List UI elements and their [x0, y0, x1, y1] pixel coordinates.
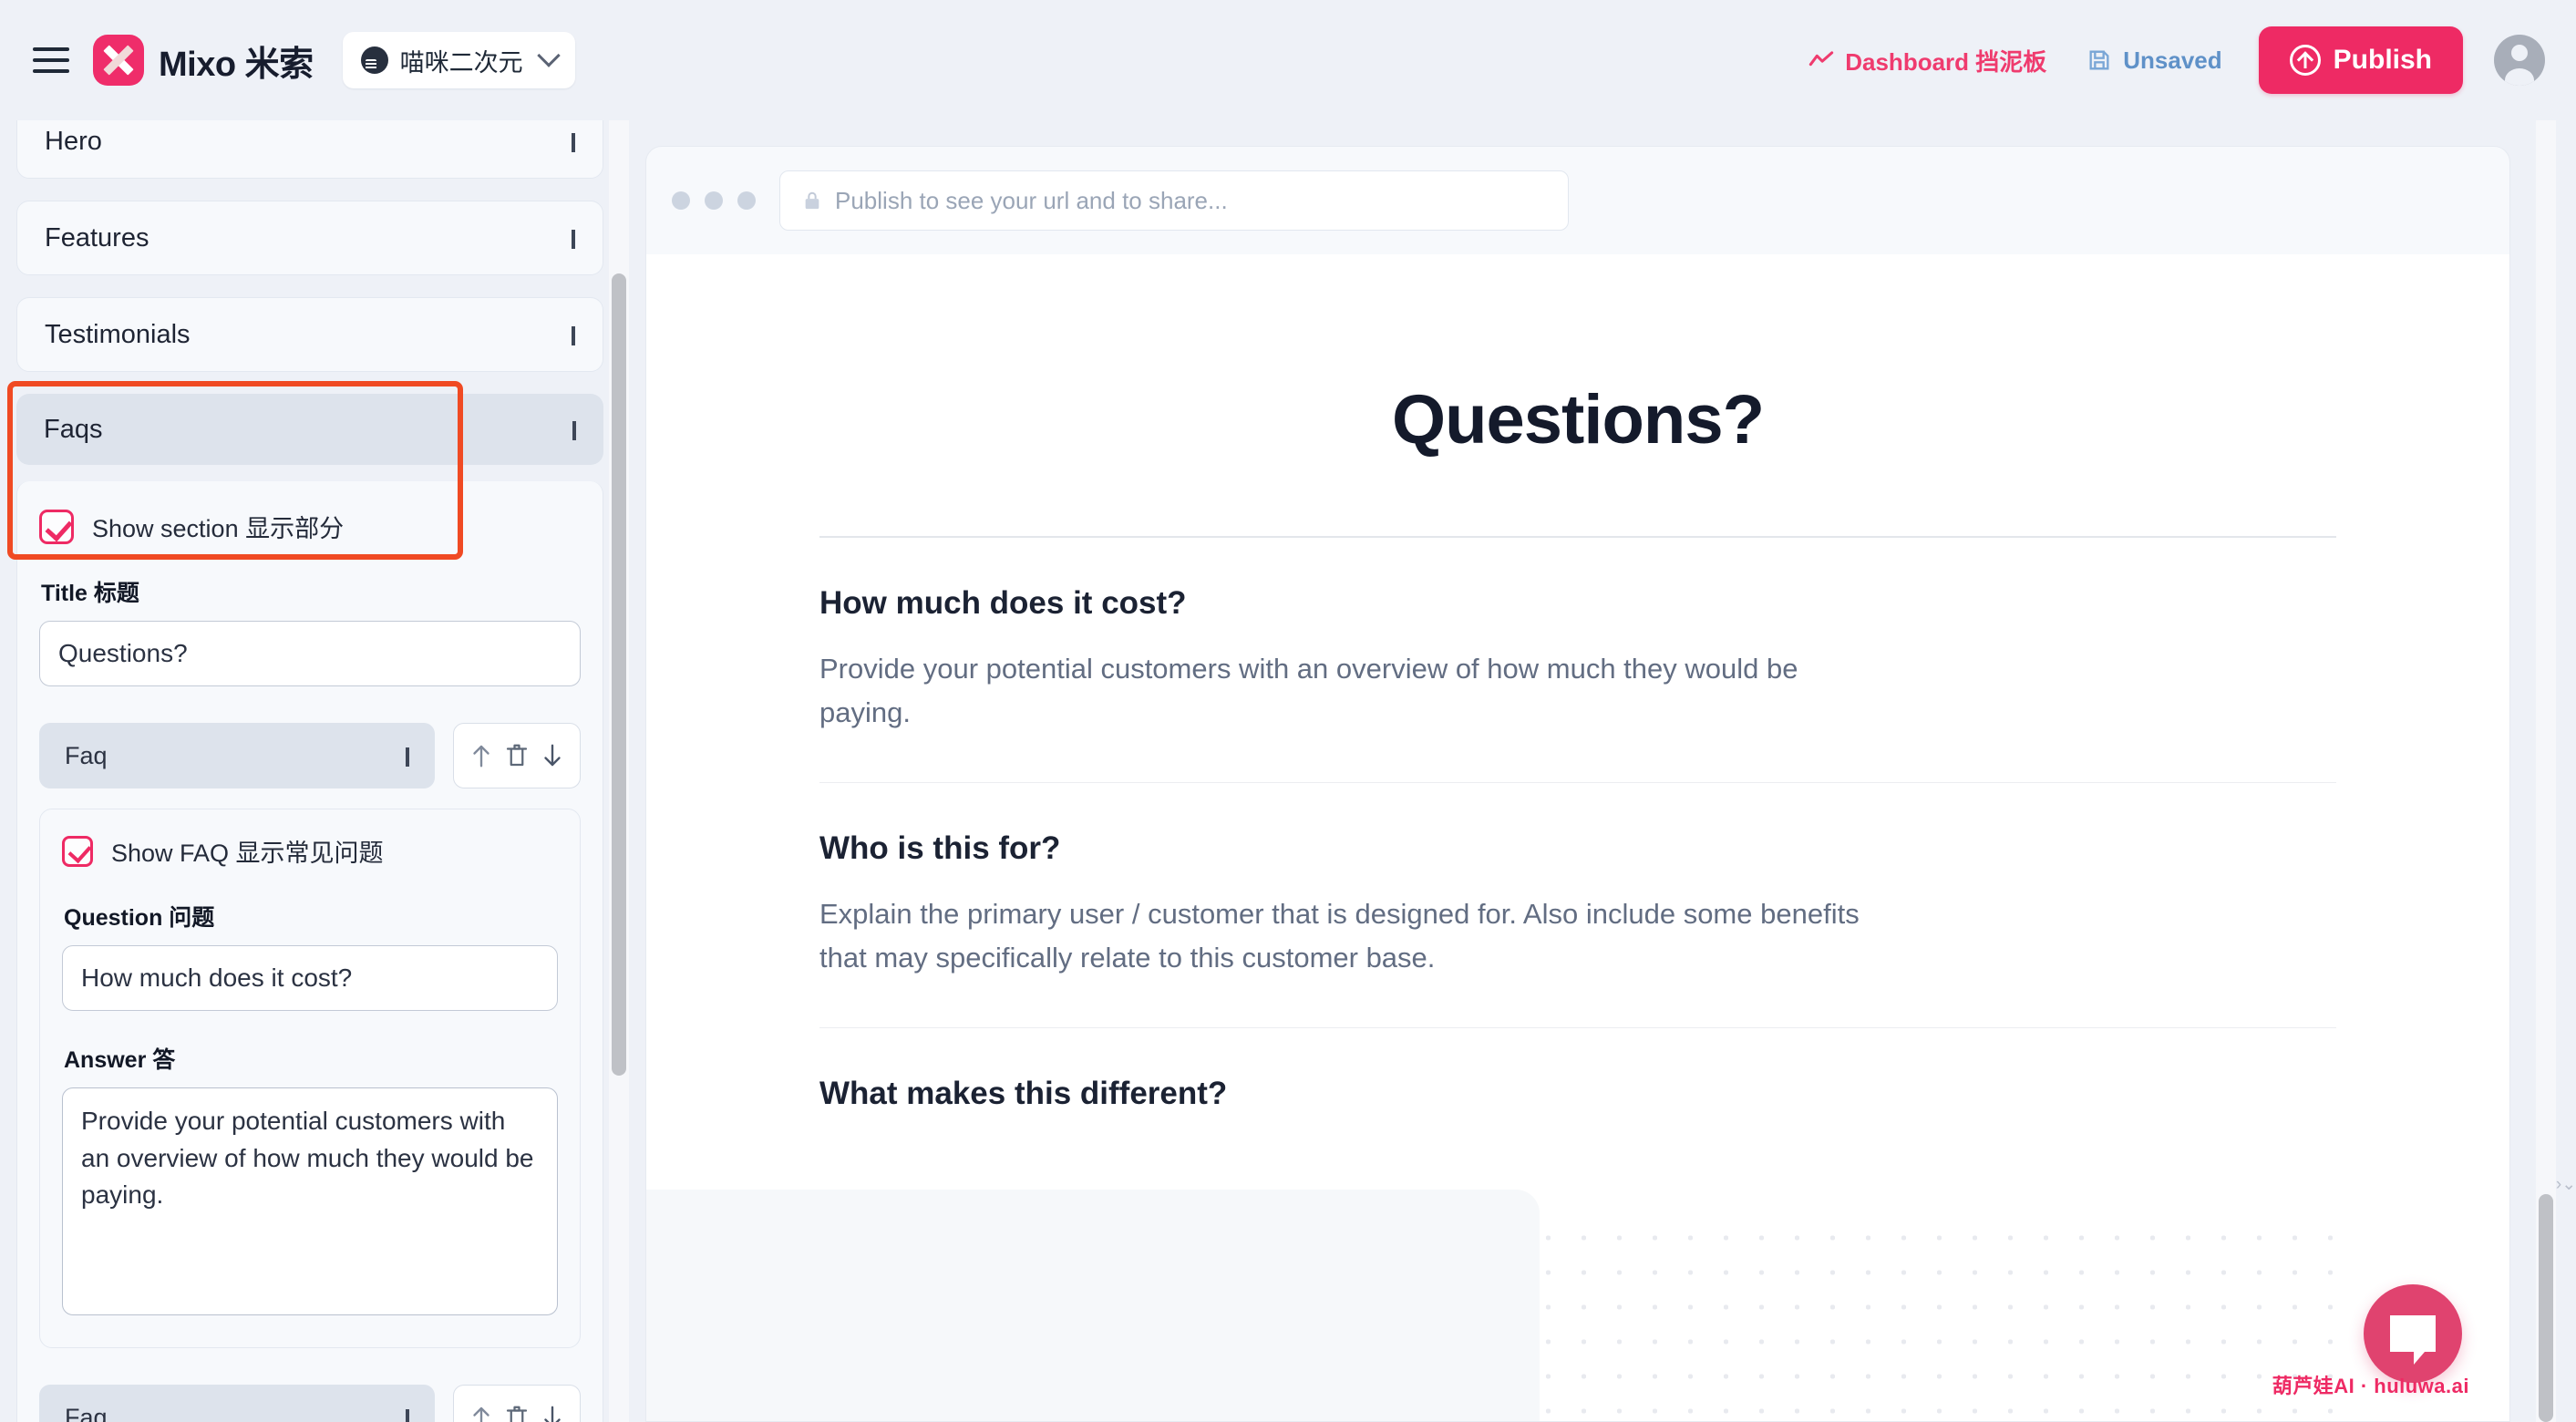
page-title: Questions? — [1391, 381, 1765, 459]
url-bar[interactable]: Publish to see your url and to share... — [779, 170, 1569, 231]
upload-circle-icon — [2289, 45, 2321, 76]
footer-dot-pattern — [1530, 1221, 2333, 1421]
chevron-up-icon[interactable] — [572, 230, 575, 249]
project-avatar-icon — [360, 46, 388, 74]
user-avatar[interactable] — [2494, 35, 2545, 86]
sidebar-section-label: Hero — [45, 126, 102, 156]
show-section-checkbox-row[interactable]: Show section 显示部分 — [39, 509, 581, 544]
sidebar-section-label: Testimonials — [45, 319, 191, 349]
brand-logo[interactable]: Mixo 米索 — [93, 35, 314, 86]
publish-button-label: Publish — [2333, 45, 2432, 75]
faq-item-select-1[interactable]: Faq — [39, 723, 435, 788]
faq-item-order-controls-1 — [453, 723, 581, 788]
dashboard-link-label: Dashboard 挡泥板 — [1845, 47, 2047, 76]
chevron-down-icon[interactable] — [572, 421, 576, 440]
project-selector[interactable]: 喵咪二次元 — [342, 32, 575, 88]
editor-sidebar: Hero Features Testimonials Faqs Show sec… — [0, 120, 629, 1422]
title-field-label: Title 标题 — [41, 581, 139, 606]
site-preview-page: Questions? How much does it cost? Provid… — [646, 254, 2509, 1421]
sidebar-section-features[interactable]: Features — [16, 201, 603, 275]
sidebar-section-hero[interactable]: Hero — [16, 120, 603, 179]
traffic-light-dot — [672, 191, 690, 210]
question-input[interactable] — [62, 945, 558, 1011]
answer-textarea[interactable]: Provide your potential customers with an… — [62, 1087, 558, 1315]
unsaved-status[interactable]: Unsaved — [2087, 46, 2222, 75]
faq-item-select-2[interactable]: Faq — [39, 1385, 435, 1422]
show-faq-checkbox[interactable] — [62, 835, 93, 867]
traffic-light-dot — [737, 191, 756, 210]
faq-item-order-controls-2 — [453, 1385, 581, 1422]
chevron-up-icon[interactable] — [572, 326, 575, 345]
activity-line-icon — [1809, 51, 1834, 67]
trash-icon[interactable] — [503, 1402, 531, 1422]
watermark-text: 葫芦娃AI · huluwa.ai — [2272, 1375, 2469, 1397]
hamburger-menu-icon[interactable] — [31, 44, 71, 77]
top-bar: Mixo 米索 喵咪二次元 Dashboard 挡泥板 Unsaved Publ… — [0, 0, 2576, 120]
trash-icon[interactable] — [503, 740, 531, 771]
unsaved-label: Unsaved — [2123, 46, 2222, 74]
mixo-x-icon — [93, 35, 144, 86]
preview-faq-answer: Provide your potential customers with an… — [819, 653, 1798, 729]
sidebar-section-faqs[interactable]: Faqs — [16, 394, 603, 465]
faqs-panel: Show section 显示部分 Title 标题 Faq — [16, 481, 603, 1422]
arrow-up-icon[interactable] — [468, 1402, 495, 1422]
dashboard-link[interactable]: Dashboard 挡泥板 — [1808, 44, 2046, 77]
chevron-down-icon — [406, 747, 409, 767]
title-input[interactable] — [39, 621, 581, 686]
sidebar-section-testimonials[interactable]: Testimonials — [16, 297, 603, 372]
traffic-lights — [672, 191, 756, 210]
faq-item-select-label: Faq — [65, 1403, 108, 1422]
preview-faq-answer: Explain the primary user / customer that… — [819, 898, 1860, 974]
show-section-checkbox[interactable] — [39, 509, 74, 544]
answer-field-label: Answer 答 — [64, 1047, 176, 1073]
show-faq-checkbox-row[interactable]: Show FAQ 显示常见问题 — [62, 833, 558, 869]
chevron-down-icon — [536, 44, 561, 67]
browser-toolbar: Publish to see your url and to share... — [646, 147, 2509, 254]
page-scrollbar-thumb[interactable] — [2539, 1194, 2553, 1422]
preview-faq-2: Who is this for? Explain the primary use… — [819, 783, 2336, 980]
preview-pane: Publish to see your url and to share... … — [629, 120, 2543, 1422]
browser-frame: Publish to see your url and to share... … — [645, 146, 2510, 1422]
faq-item-header-row-2: Faq — [39, 1385, 581, 1422]
faq-item-select-label: Faq — [65, 741, 108, 769]
url-placeholder-text: Publish to see your url and to share... — [835, 186, 1228, 214]
chat-widget-button[interactable] — [2364, 1284, 2462, 1383]
footer-decorative-card — [646, 1190, 1540, 1421]
sidebar-section-label: Faqs — [44, 414, 103, 444]
show-faq-label: Show FAQ 显示常见问题 — [111, 840, 384, 867]
arrow-down-icon[interactable] — [539, 740, 566, 771]
sidebar-scrollbar-thumb[interactable] — [612, 273, 626, 1076]
arrow-down-icon[interactable] — [539, 1402, 566, 1422]
arrow-up-icon[interactable] — [468, 740, 495, 771]
project-name: 喵咪二次元 — [399, 48, 523, 77]
publish-button[interactable]: Publish — [2258, 26, 2463, 94]
brand-name: Mixo 米索 — [159, 45, 314, 84]
faq-item-card-1: Show FAQ 显示常见问题 Question 问题 Answer 答 Pro… — [39, 809, 581, 1348]
lock-icon — [805, 191, 819, 210]
collapse-panel-chevron-icon[interactable]: ›⌄ — [2556, 1159, 2576, 1209]
sidebar-section-label: Features — [45, 222, 149, 252]
chevron-up-icon — [406, 1409, 409, 1422]
faq-item-header-row-1: Faq — [39, 723, 581, 788]
traffic-light-dot — [705, 191, 723, 210]
save-disk-icon — [2089, 50, 2109, 70]
question-field-label: Question 问题 — [64, 905, 215, 931]
preview-faq-question: Who is this for? — [819, 830, 1061, 867]
preview-faq-1: How much does it cost? Provide your pote… — [819, 538, 2336, 735]
preview-faq-question: What makes this different? — [819, 1076, 1228, 1112]
chevron-up-icon[interactable] — [572, 133, 575, 152]
preview-faq-question: How much does it cost? — [819, 585, 1187, 621]
chat-bubble-icon — [2390, 1315, 2436, 1365]
page-footer-area — [646, 1148, 2509, 1421]
show-section-label: Show section 显示部分 — [92, 515, 345, 542]
